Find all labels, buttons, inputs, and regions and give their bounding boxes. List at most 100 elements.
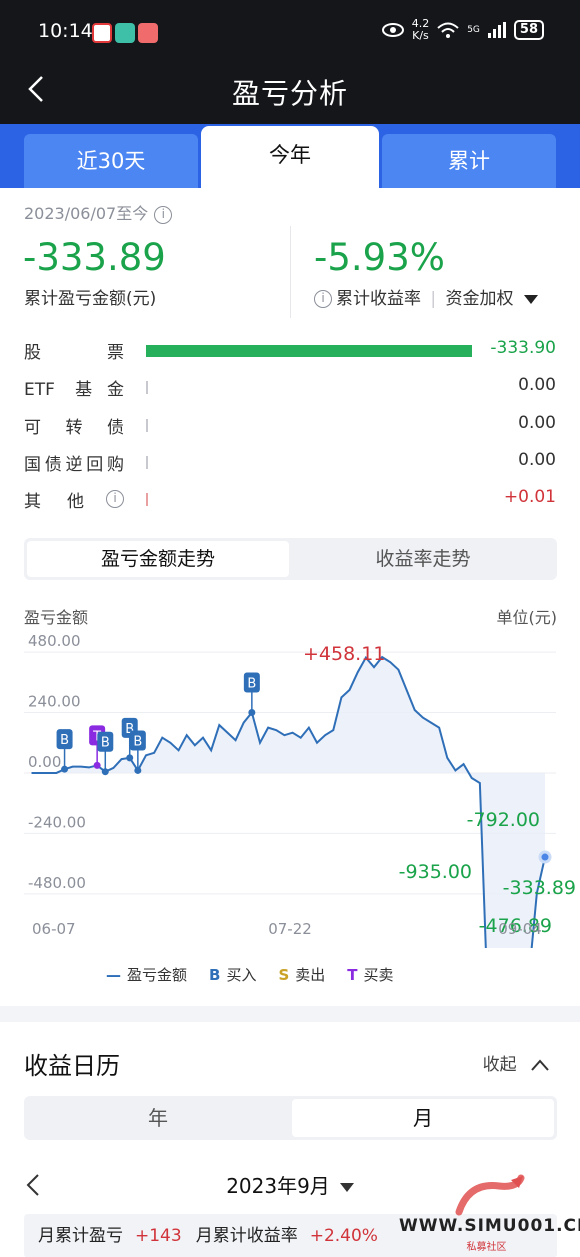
y-tick-label: 0.00 [28,753,61,771]
data-point [413,709,416,711]
battery-icon: 58 [513,20,544,40]
data-point [430,721,432,724]
return-rate-value: -5.93% [314,236,445,279]
data-point [324,734,326,736]
data-point [210,749,212,752]
data-point [267,726,269,729]
tab-month[interactable]: 月 [292,1099,554,1137]
data-point [332,729,335,731]
page-title: 盈亏分析 [231,77,348,110]
breakdown-row-convertible: 可 转 债 0.00 [24,412,556,438]
divider [290,226,291,318]
data-point [373,666,375,668]
data-point [80,765,82,768]
dropdown-caret-icon [523,294,538,304]
breakdown-row-etf: ETF 基金 0.00 [24,375,556,401]
watermark-icon [455,1174,525,1216]
data-point [39,772,41,774]
legend-item-buy: B 买入 [209,966,257,984]
period-tabs: 近30天 今年 累计 [0,124,580,188]
marker-dot [101,768,109,776]
data-point [161,736,164,739]
data-point [234,739,237,742]
data-point [71,765,74,768]
breakdown-row-other: 其 他 i +0.01 [24,487,556,513]
breakdown-row-repo: 国债逆回购 0.00 [24,449,556,475]
chart-unit: 单位(元) [496,608,558,627]
legend-item-sell: S 卖出 [278,966,326,984]
tab-return-trend[interactable]: 收益率走势 [292,541,554,577]
data-point [340,696,343,699]
pnl-line [32,655,546,948]
data-point [218,724,221,726]
info-icon[interactable]: i [106,490,124,509]
data-point [316,741,318,744]
data-point [47,772,50,774]
data-point [145,754,147,757]
data-point [308,726,310,729]
breakdown-row-stock: 股 票 -333.90 [24,338,556,363]
data-point [299,736,302,739]
data-label: +458.11 [303,643,385,665]
chart-header: 盈亏金额 单位(元) [24,604,557,628]
y-tick-label: 240.00 [28,693,81,711]
marker-dot [61,765,69,773]
asset-breakdown: 股 票 -333.90 ETF 基金 0.00 可 转 债 0.00 国债逆回购 0.0… [24,334,558,520]
data-point [259,741,261,744]
calendar-granularity: 年 月 [24,1096,557,1140]
top-bar: 10:14 4.2 K/s 5G 58 盈亏分析 [0,0,580,124]
legend-item-trade: T 买卖 [347,966,394,984]
data-point [446,757,449,759]
data-label: -792.00 [467,809,540,831]
pnl-chart[interactable]: 480.00240.000.00-240.00-480.00B T BBBB+458… [0,628,580,948]
data-point [194,744,196,747]
clock: 10:14 [38,20,93,42]
x-tick-label: 09-04 [498,920,542,938]
signal-label: 5G [467,25,480,35]
marker-dot [248,709,256,717]
data-point [112,767,115,769]
data-point [153,752,155,754]
chart-ylabel: 盈亏金额 [24,608,89,627]
marker-dot [93,761,101,769]
total-pnl-value: -333.89 [23,236,166,279]
tab-this-year[interactable]: 今年 [201,126,379,188]
data-point [348,689,351,691]
pnl-card: 2023/06/07至今 i -333.89 累计盈亏金额(元) -5.93% i… [0,188,580,1006]
buy-marker: B [247,677,256,692]
data-point [397,668,400,671]
tab-cumulative[interactable]: 累计 [382,134,556,188]
data-point [177,749,180,752]
data-point [120,758,123,760]
tab-pnl-trend[interactable]: 盈亏金额走势 [27,541,289,577]
buy-marker: B [60,733,69,748]
data-point [356,671,359,674]
screen: 10:14 4.2 K/s 5G 58 盈亏分析 近30天 今年 累计 2023/… [0,0,580,1257]
eye-icon [381,23,404,37]
y-tick-label: 480.00 [28,632,81,650]
total-pnl-label: 累计盈亏金额(元) [24,289,157,309]
tab-year[interactable]: 年 [27,1099,289,1137]
y-tick-label: -240.00 [28,813,86,831]
data-point [55,772,58,774]
data-point [291,731,294,734]
data-point [438,726,440,729]
x-tick-label: 07-22 [268,920,312,938]
tab-30-days[interactable]: 近30天 [24,134,198,188]
buy-marker: B [101,736,110,751]
status-icons: 4.2 K/s 5G 58 [381,18,544,42]
status-bar: 10:14 4.2 K/s 5G 58 [0,0,580,62]
chart-legend: — 盈亏金额 B 买入 S 卖出 T 买卖 [106,964,394,985]
watermark-logo: WWW.SIMU001.CN 私募社区 [399,1172,580,1253]
collapse-button[interactable]: 收起 [483,1050,550,1075]
data-point [169,741,172,744]
stock-bar [146,345,472,357]
weighting-dropdown[interactable]: 资金加权 [446,289,538,309]
info-icon[interactable]: i [314,290,332,308]
y-tick-label: -480.00 [28,874,86,892]
stocks-app-icon [92,23,112,43]
data-point [283,734,286,736]
return-rate-label-row: i 累计收益率 | 资金加权 [314,284,538,309]
data-point [470,777,473,779]
info-icon[interactable]: i [154,205,173,224]
